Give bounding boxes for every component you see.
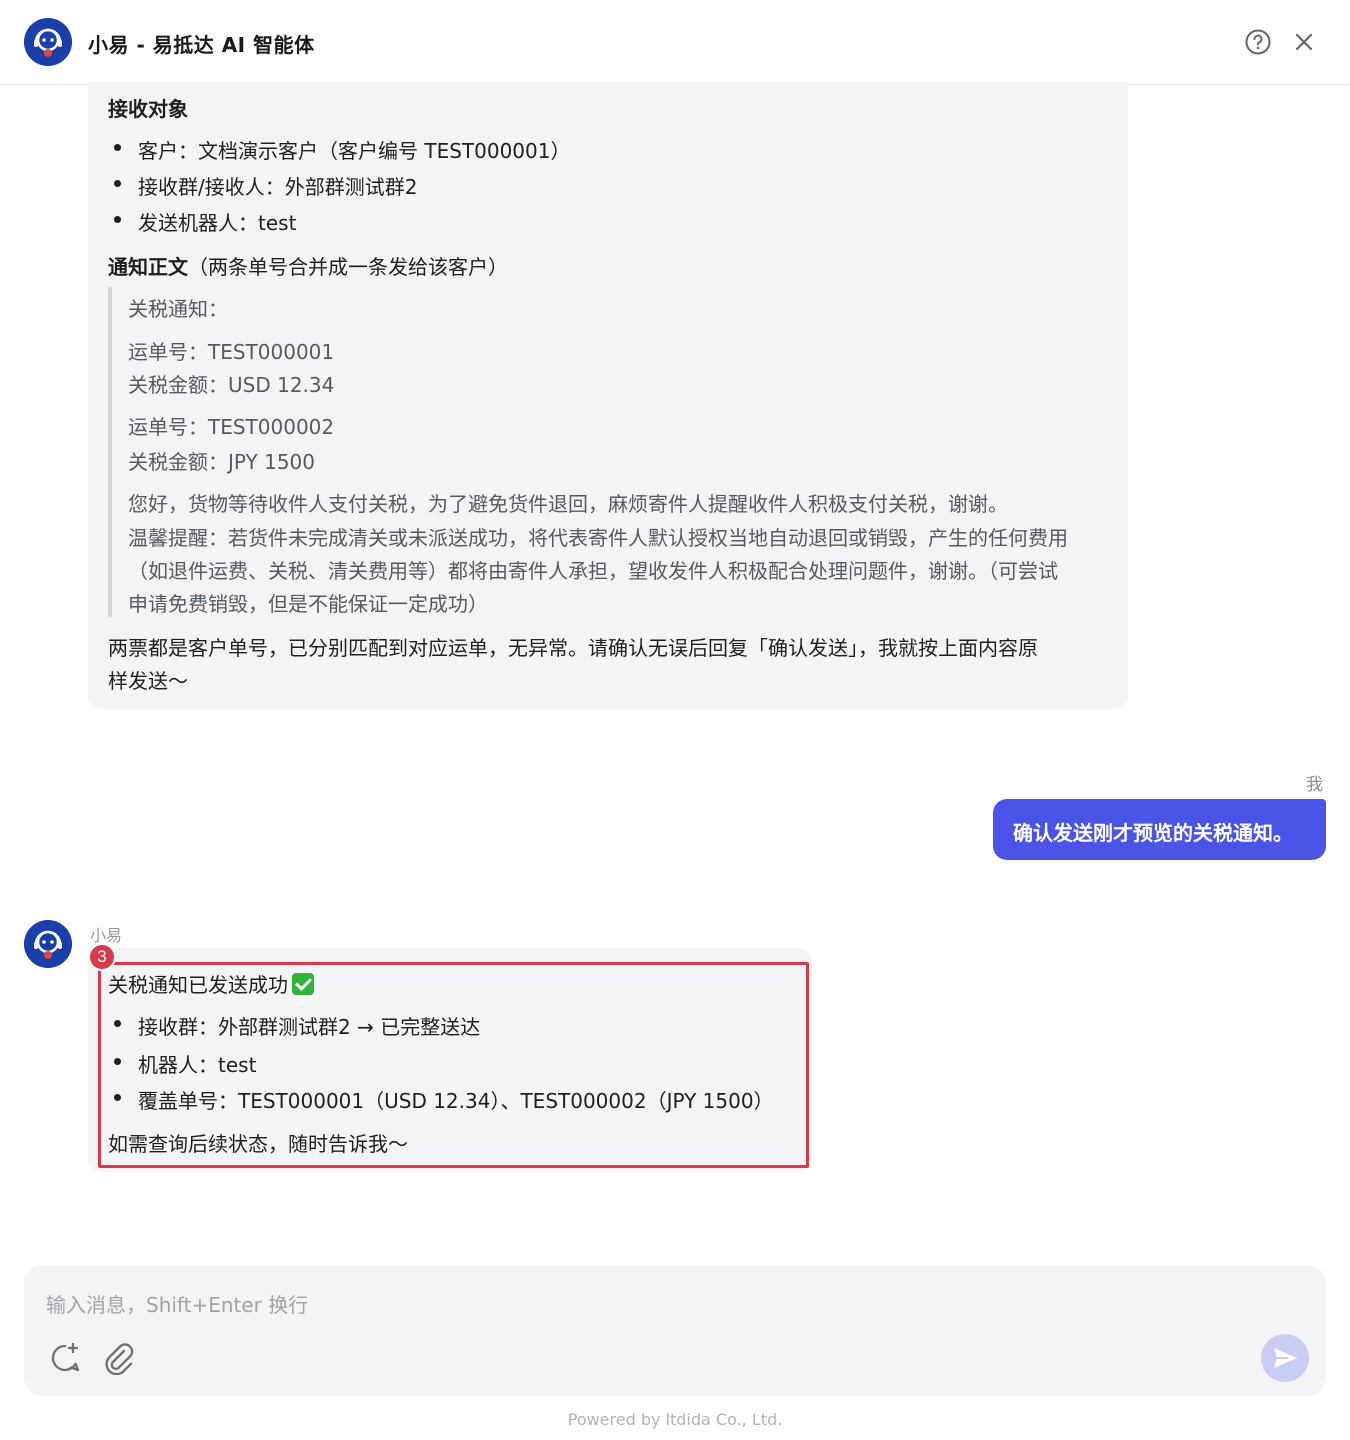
quote-title: 关税通知：	[128, 297, 228, 321]
message-input[interactable]: 输入消息，Shift+Enter 换行	[46, 1289, 308, 1318]
assistant-avatar	[24, 18, 72, 66]
annotation-marker: 3	[88, 943, 116, 971]
check-mark-icon	[292, 973, 314, 995]
quote-paragraph: 申请免费销毁，但是不能保证一定成功）	[128, 592, 488, 616]
close-icon[interactable]	[1292, 30, 1316, 54]
closing-text: 两票都是客户单号，已分别匹配到对应运单，无异常。请确认无误后回复「确认发送」，我…	[108, 636, 1038, 660]
bullet	[114, 1058, 121, 1065]
headset-robot-icon	[24, 920, 72, 968]
body-heading-note: （两条单号合并成一条发给该客户）	[188, 255, 508, 279]
recipients-heading: 接收对象	[108, 97, 188, 121]
confirmation-title-line: 关税通知已发送成功	[108, 969, 314, 998]
user-message-text: 确认发送刚才预览的关税通知。	[1013, 821, 1293, 845]
list-item: 接收群：外部群测试群2 → 已完整送达	[138, 1015, 481, 1039]
quote-paragraph: 温馨提醒：若货件未完成清关或未派送成功，将代表寄件人默认授权当地自动退回或销毁，…	[128, 526, 1068, 550]
closing-text: 样发送～	[108, 669, 188, 693]
quote-paragraph: （如退件运费、关税、清关费用等）都将由寄件人承担，望收发件人积极配合处理问题件，…	[128, 559, 1058, 583]
message-composer[interactable]: 输入消息，Shift+Enter 换行	[24, 1265, 1326, 1396]
quote-paragraph: 您好，货物等待收件人支付关税，为了避免货件退回，麻烦寄件人提醒收件人积极支付关税…	[128, 492, 1008, 516]
bullet	[114, 180, 121, 187]
new-chat-icon[interactable]	[48, 1341, 82, 1375]
user-message: 确认发送刚才预览的关税通知。	[993, 799, 1326, 860]
assistant-avatar	[24, 920, 72, 968]
user-sender-label: 我	[1306, 775, 1323, 795]
bullet	[114, 1094, 121, 1101]
list-item: 覆盖单号：TEST000001（USD 12.34）、TEST000002（JP…	[138, 1089, 774, 1113]
body-heading: 通知正文	[108, 255, 188, 279]
list-item: 接收群/接收人：外部群测试群2	[138, 175, 418, 199]
quote-waybill: 运单号：TEST000001	[128, 340, 335, 364]
bullet	[114, 144, 121, 151]
list-item: 客户：文档演示客户（客户编号 TEST000001）	[138, 139, 571, 163]
confirmation-closing: 如需查询后续状态，随时告诉我～	[108, 1132, 408, 1156]
headset-robot-icon	[24, 18, 72, 66]
send-button[interactable]	[1261, 1334, 1309, 1382]
paperclip-icon[interactable]	[102, 1341, 136, 1375]
quote-amount: 关税金额：JPY 1500	[128, 450, 315, 474]
chat-header: 小易 - 易抵达 AI 智能体	[0, 0, 1350, 85]
footer-powered-by: Powered by ltdida Co., Ltd.	[567, 1410, 783, 1429]
assistant-sender-label: 小易	[90, 926, 123, 945]
bullet	[114, 216, 121, 223]
body-heading-line: 通知正文（两条单号合并成一条发给该客户）	[108, 251, 508, 280]
quote-waybill: 运单号：TEST000002	[128, 415, 335, 439]
list-item: 机器人：test	[138, 1053, 257, 1077]
send-icon	[1274, 1348, 1297, 1368]
quote-amount: 关税金额：USD 12.34	[128, 373, 335, 397]
help-icon[interactable]	[1245, 29, 1271, 55]
list-item: 发送机器人：test	[138, 211, 297, 235]
confirmation-title: 关税通知已发送成功	[108, 973, 288, 997]
bullet	[114, 1020, 121, 1027]
chat-title: 小易 - 易抵达 AI 智能体	[88, 33, 315, 57]
quote-bar	[108, 287, 112, 617]
